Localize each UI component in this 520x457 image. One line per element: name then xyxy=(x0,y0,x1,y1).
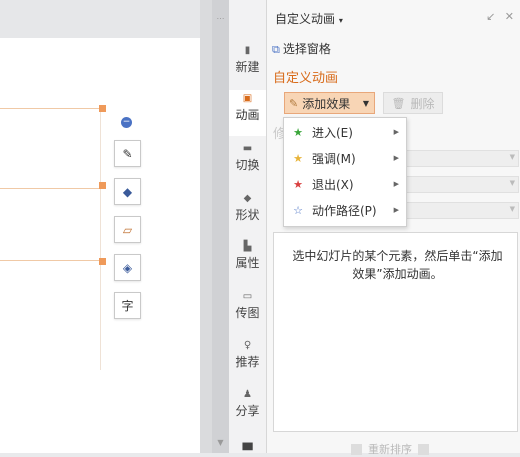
sidebar-item-share[interactable]: ♟ 分享 xyxy=(229,388,266,428)
motion-path-star-icon: ☆ xyxy=(293,203,303,217)
sidebar-item-new[interactable]: ▮ 新建 xyxy=(229,44,266,84)
panel-title[interactable]: 自定义动画 ▾ xyxy=(275,10,343,27)
sidebar-item-label: 动画 xyxy=(235,108,260,122)
add-effect-button[interactable]: ✎ 添加效果 ▼ xyxy=(284,92,375,114)
submenu-arrow-icon: ▶ xyxy=(393,180,399,188)
menu-item-exit[interactable]: ★ 退出(X) ▶ xyxy=(284,171,406,197)
sidebar-item-shape[interactable]: ◆ 形状 xyxy=(229,192,266,232)
trash-icon: 🗑 xyxy=(391,96,406,110)
canvas-scroll-strip xyxy=(200,0,212,453)
menu-item-enter[interactable]: ★ 进入(E) ▶ xyxy=(284,119,406,145)
pencil-icon: ✎ xyxy=(289,96,299,110)
sidebar-item-label: 属性 xyxy=(235,256,260,270)
chevron-down-icon: ▼ xyxy=(509,179,515,187)
submenu-arrow-icon: ▶ xyxy=(393,154,399,162)
new-slide-icon: ▮ xyxy=(244,45,251,56)
sidebar-item-properties[interactable]: ▙ 属性 xyxy=(229,240,266,280)
sidebar-scrollbar[interactable]: … ▼ xyxy=(212,0,229,453)
submenu-arrow-icon: ▶ xyxy=(393,128,399,136)
selection-guide-right xyxy=(100,108,101,370)
menu-item-motion-path[interactable]: ☆ 动作路径(P) ▶ xyxy=(284,197,406,223)
selection-guide-bottom xyxy=(0,260,100,261)
sidebar-item-transition[interactable]: ▬ 切换 xyxy=(229,142,266,182)
transition-icon: ▬ xyxy=(242,143,253,154)
selection-pane-link[interactable]: ⧉ 选择窗格 xyxy=(272,40,331,57)
selection-guide-mid xyxy=(0,188,100,189)
selection-pane-label: 选择窗格 xyxy=(282,42,331,56)
exit-star-icon: ★ xyxy=(293,177,303,191)
edit-shape-icon[interactable]: ✎ xyxy=(114,140,141,167)
menu-item-emphasis[interactable]: ★ 强调(M) ▶ xyxy=(284,145,406,171)
empty-hint: 选中幻灯片的某个元素，然后单击“添加效果”添加动画。 xyxy=(292,249,503,281)
sidebar-item-label: 切换 xyxy=(235,158,260,172)
animation-list[interactable]: 选中幻灯片的某个元素，然后单击“添加效果”添加动画。 xyxy=(273,232,518,432)
share-icon: ♟ xyxy=(243,389,252,400)
panel-title-label: 自定义动画 xyxy=(275,12,336,26)
add-effect-label: 添加效果 xyxy=(302,96,351,111)
chevron-down-icon: ▼ xyxy=(509,205,515,213)
scroll-down-icon[interactable]: ▼ xyxy=(212,438,229,447)
emphasis-star-icon: ★ xyxy=(293,151,303,165)
reorder-controls: 重新排序 xyxy=(345,441,435,457)
menu-item-label: 退出(X) xyxy=(312,177,354,192)
sidebar-item-upload-image[interactable]: ▭ 传图 xyxy=(229,290,266,330)
submenu-arrow-icon: ▶ xyxy=(393,206,399,214)
collapse-toolbar-icon[interactable]: − xyxy=(121,117,132,128)
menu-item-label: 强调(M) xyxy=(312,151,356,166)
selection-pane-icon: ⧉ xyxy=(272,43,280,56)
panel-menu-caret-icon: ▾ xyxy=(338,16,343,25)
recommend-icon: ♀ xyxy=(243,340,252,351)
upload-image-icon: ▭ xyxy=(242,291,253,302)
menu-item-label: 进入(E) xyxy=(312,125,353,140)
animation-icon: ▣ xyxy=(242,93,253,104)
scroll-up-icon[interactable]: … xyxy=(212,12,229,21)
resize-handle-middle[interactable] xyxy=(99,182,106,189)
fill-color-icon[interactable]: ◆ xyxy=(114,178,141,205)
sidebar-item-recommend[interactable]: ♀ 推荐 xyxy=(229,339,266,379)
selection-guide-top xyxy=(0,108,100,109)
text-format-icon[interactable]: 字 xyxy=(114,292,141,319)
menu-item-label: 动作路径(P) xyxy=(312,203,377,218)
enter-star-icon: ★ xyxy=(293,125,303,139)
panel-pin-icon[interactable]: ↙ xyxy=(486,10,495,23)
line-color-icon[interactable]: ▱ xyxy=(114,216,141,243)
delete-label: 删除 xyxy=(410,96,435,111)
sidebar-item-animation[interactable]: ▣ 动画 xyxy=(229,90,266,136)
slide-canvas-area: − ✎ ◆ ▱ ◈ 字 xyxy=(0,0,212,453)
sidebar-item-label: 传图 xyxy=(235,306,260,320)
delete-button[interactable]: 🗑 删除 xyxy=(383,92,443,114)
section-title: 自定义动画 xyxy=(273,71,339,86)
shape-icon: ◆ xyxy=(243,193,252,204)
chevron-down-icon: ▼ xyxy=(362,98,369,108)
add-effect-menu: ★ 进入(E) ▶ ★ 强调(M) ▶ ★ 退出(X) ▶ ☆ 动作路径(P) … xyxy=(283,117,407,227)
toolbox-icon[interactable]: ▄ xyxy=(229,436,266,453)
task-sidebar: ▮ 新建 ▣ 动画 ▬ 切换 ◆ 形状 ▙ 属性 ▭ 传图 ♀ 推荐 ♟ 分享 … xyxy=(229,0,267,453)
reorder-label: 重新排序 xyxy=(368,443,412,456)
sidebar-item-label: 分享 xyxy=(235,404,260,418)
sidebar-item-label: 形状 xyxy=(235,208,260,222)
resize-handle-bottom[interactable] xyxy=(99,258,106,265)
resize-handle-top[interactable] xyxy=(99,105,106,112)
sidebar-item-label: 推荐 xyxy=(235,355,260,369)
layers-icon[interactable]: ◈ xyxy=(114,254,141,281)
sidebar-item-label: 新建 xyxy=(235,60,260,74)
slide[interactable] xyxy=(0,38,201,453)
close-icon[interactable]: ✕ xyxy=(505,10,514,23)
panel-controls: ↙ ✕ xyxy=(486,10,514,23)
properties-icon: ▙ xyxy=(243,241,252,252)
chevron-down-icon: ▼ xyxy=(509,153,515,161)
